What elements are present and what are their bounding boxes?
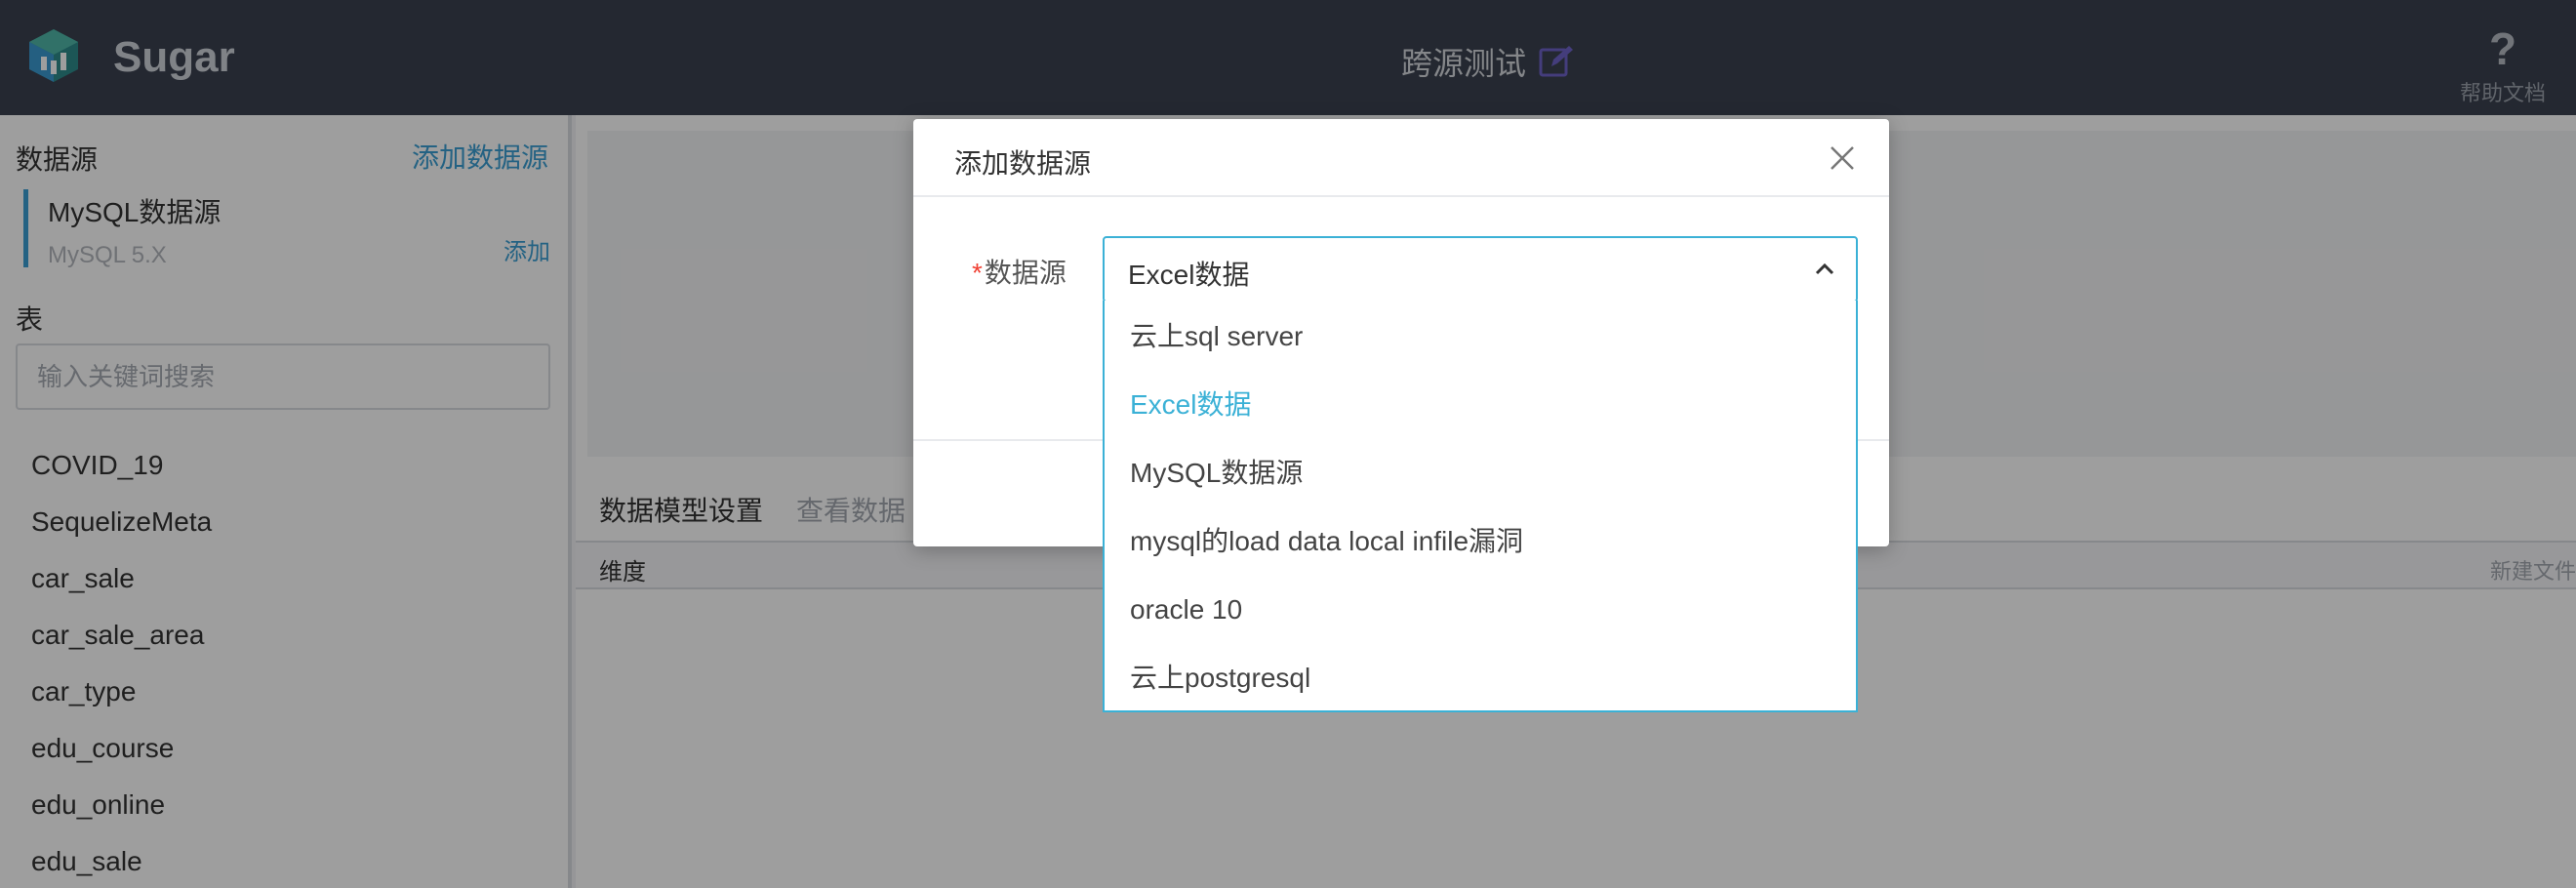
datasource-dropdown: 云上sql server Excel数据 MySQL数据源 mysql的load… xyxy=(1103,301,1858,712)
dropdown-option-selected[interactable]: Excel数据 xyxy=(1105,373,1856,441)
required-mark: * xyxy=(972,258,983,288)
dropdown-option[interactable]: 云上sql server xyxy=(1105,304,1856,373)
dropdown-option[interactable]: oracle 10 xyxy=(1105,578,1856,646)
datasource-field-label-text: 数据源 xyxy=(984,258,1067,288)
datasource-select-value: Excel数据 xyxy=(1128,260,1250,290)
dropdown-option[interactable]: MySQL数据源 xyxy=(1105,441,1856,509)
dropdown-option[interactable]: mysql的load data local infile漏洞 xyxy=(1105,509,1856,578)
dropdown-option[interactable]: 云上postgresql xyxy=(1105,646,1856,714)
datasource-select[interactable]: Excel数据 xyxy=(1103,236,1858,303)
modal-header: 添加数据源 xyxy=(913,119,1889,197)
modal-title: 添加数据源 xyxy=(954,148,1092,179)
chevron-up-icon xyxy=(1815,262,1834,275)
close-icon[interactable] xyxy=(1827,142,1858,174)
datasource-field-label: *数据源 xyxy=(972,252,1067,291)
